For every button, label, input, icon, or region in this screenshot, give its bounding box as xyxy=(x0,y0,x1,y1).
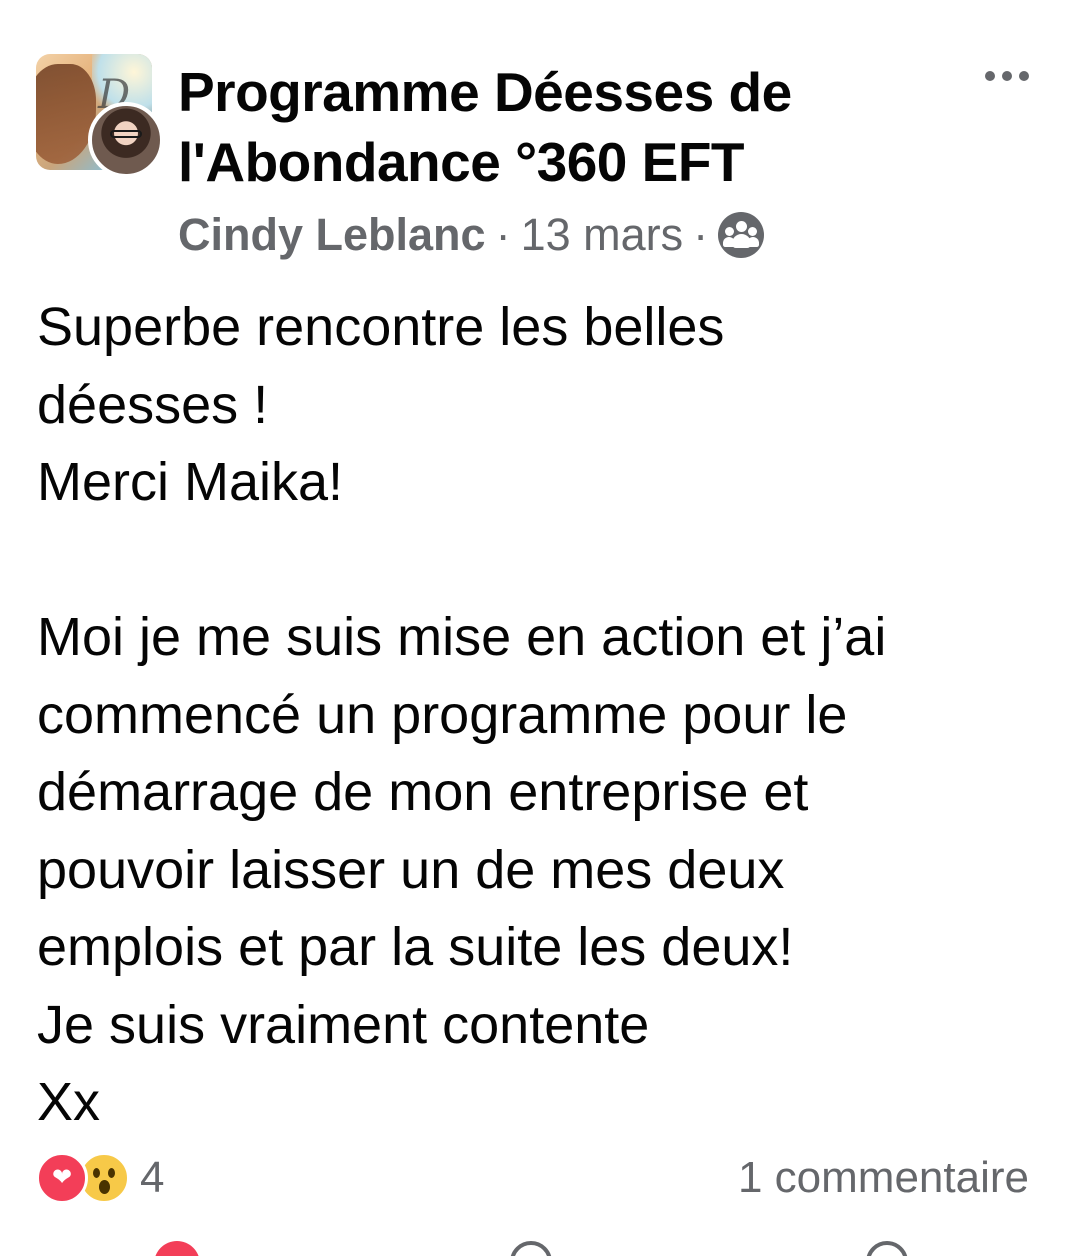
post-card: D Programme Déesses de l'Abondance °360 … xyxy=(0,0,1065,1256)
reaction-count: 4 xyxy=(140,1153,165,1202)
more-options-icon xyxy=(985,71,995,81)
post-meta: Cindy Leblanc · 13 mars · xyxy=(178,204,765,266)
post-text: Superbe rencontre les belles déesses ! M… xyxy=(37,297,887,1132)
meta-separator: · xyxy=(495,209,511,260)
love-reaction-icon: ❤ xyxy=(36,1152,88,1204)
author-name-link[interactable]: Cindy Leblanc xyxy=(178,209,486,261)
more-options-icon-dot xyxy=(1019,71,1029,81)
group-name-link[interactable]: Programme Déesses de l'Abondance °360 EF… xyxy=(178,57,938,197)
avatar-glasses xyxy=(110,130,142,138)
post-action-bar xyxy=(0,1236,1065,1256)
comment-action-icon[interactable] xyxy=(510,1241,552,1256)
comments-count-link[interactable]: 1 commentaire xyxy=(738,1152,1029,1204)
like-action-icon[interactable] xyxy=(154,1241,200,1256)
cover-woman-silhouette xyxy=(36,64,96,164)
more-options-icon-dot xyxy=(1002,71,1012,81)
author-avatar[interactable] xyxy=(88,102,164,178)
meta-separator: · xyxy=(693,209,709,260)
share-action-icon[interactable] xyxy=(866,1241,908,1256)
reactions-summary[interactable]: ❤ 4 xyxy=(36,1152,164,1204)
more-options-button[interactable] xyxy=(974,56,1040,96)
post-date-link[interactable]: 13 mars xyxy=(521,209,684,261)
group-members-icon[interactable] xyxy=(718,212,765,258)
group-avatar[interactable]: D xyxy=(36,54,164,178)
